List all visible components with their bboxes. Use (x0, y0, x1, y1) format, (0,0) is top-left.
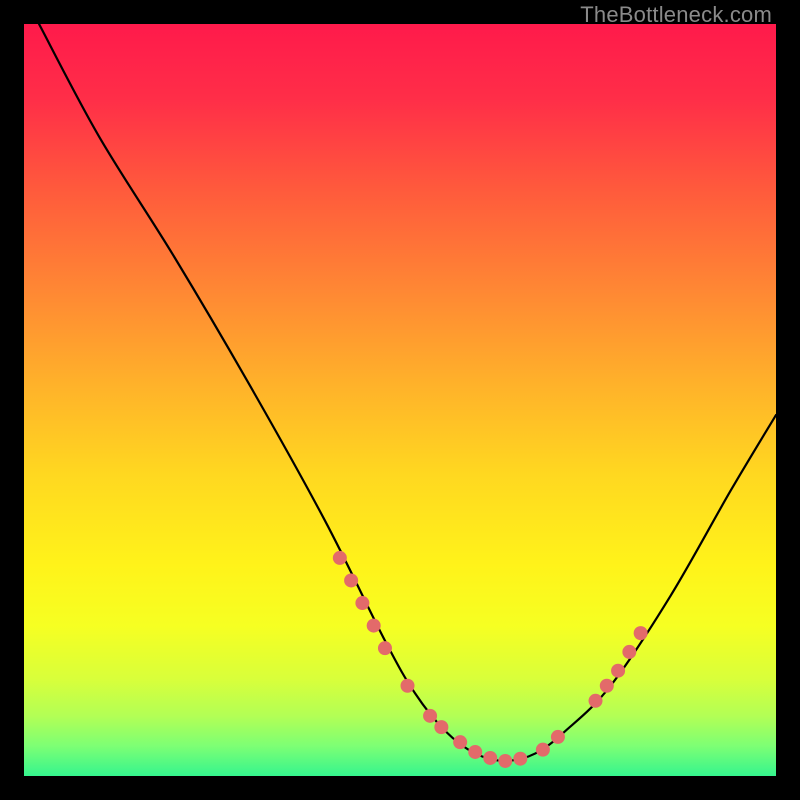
chart-frame: TheBottleneck.com (0, 0, 800, 800)
highlight-dot (498, 754, 512, 768)
highlight-dot (468, 745, 482, 759)
highlight-dot (355, 596, 369, 610)
highlight-dot (401, 679, 415, 693)
highlight-dot (344, 573, 358, 587)
highlight-dot (611, 664, 625, 678)
watermark-text: TheBottleneck.com (580, 2, 772, 28)
highlight-dot (367, 619, 381, 633)
highlight-dot (622, 645, 636, 659)
curve-layer (24, 24, 776, 776)
highlight-dot (333, 551, 347, 565)
highlight-dots (333, 551, 648, 768)
highlight-dot (536, 743, 550, 757)
highlight-dot (423, 709, 437, 723)
bottleneck-curve (39, 24, 776, 761)
highlight-dot (453, 735, 467, 749)
highlight-dot (634, 626, 648, 640)
highlight-dot (483, 751, 497, 765)
plot-area (24, 24, 776, 776)
highlight-dot (589, 694, 603, 708)
highlight-dot (513, 752, 527, 766)
highlight-dot (551, 730, 565, 744)
highlight-dot (378, 641, 392, 655)
highlight-dot (434, 720, 448, 734)
highlight-dot (600, 679, 614, 693)
